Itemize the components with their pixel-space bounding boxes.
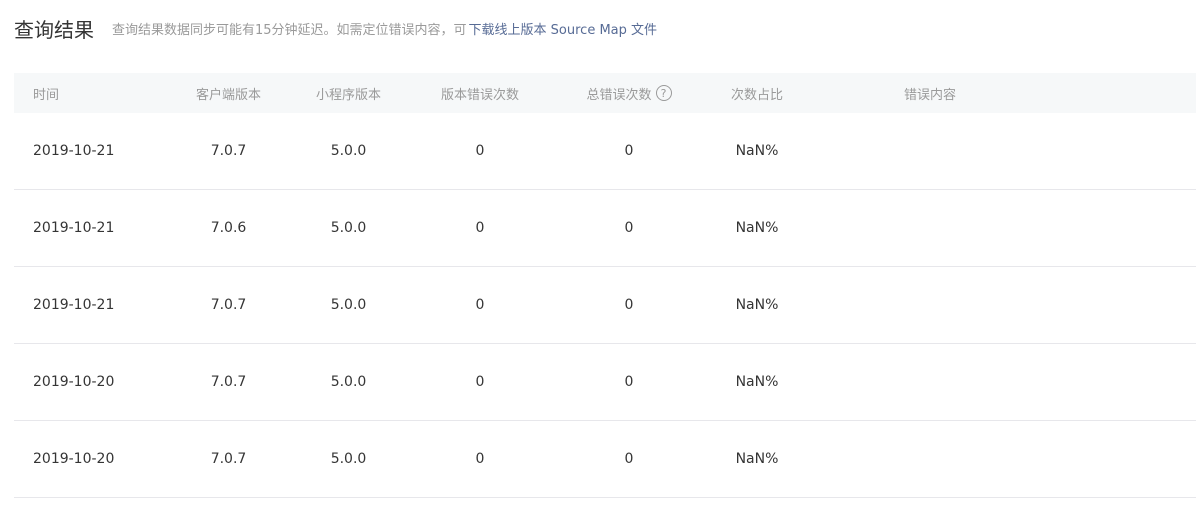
table-row: 2019-10-21 7.0.7 5.0.0 0 0 NaN%: [14, 267, 1196, 344]
question-circle-icon[interactable]: ?: [655, 85, 672, 101]
cell-total-errors: 0: [624, 374, 634, 390]
cell-total-errors: 0: [624, 451, 634, 467]
cell-date: 2019-10-21: [33, 297, 115, 313]
table-header: 时间 客户端版本 小程序版本 版本错误次数 总错误次数 ? 次数占比 错误内容: [14, 73, 1196, 113]
cell-ratio: NaN%: [735, 374, 779, 390]
cell-ratio: NaN%: [735, 297, 779, 313]
cell-mini-program-version: 5.0.0: [330, 451, 367, 467]
cell-client-version: 7.0.7: [210, 297, 247, 313]
column-header-total-errors: 总错误次数 ?: [558, 84, 700, 103]
results-header: 查询结果 查询结果数据同步可能有15分钟延迟。如需定位错误内容，可 下载线上版本 …: [14, 12, 657, 44]
table-row: 2019-10-20 7.0.7 5.0.0 0 0 NaN%: [14, 344, 1196, 421]
cell-mini-program-version: 5.0.0: [330, 374, 367, 390]
column-header-date: 时间: [33, 87, 60, 103]
cell-total-errors: 0: [624, 297, 634, 313]
cell-mini-program-version: 5.0.0: [330, 297, 367, 313]
cell-ratio: NaN%: [735, 451, 779, 467]
error-results-table: 时间 客户端版本 小程序版本 版本错误次数 总错误次数 ? 次数占比 错误内容 …: [14, 73, 1196, 498]
cell-mini-program-version: 5.0.0: [330, 143, 367, 159]
cell-date: 2019-10-21: [33, 220, 115, 236]
cell-date: 2019-10-20: [33, 374, 115, 390]
table-row: 2019-10-21 7.0.6 5.0.0 0 0 NaN%: [14, 190, 1196, 267]
cell-date: 2019-10-20: [33, 451, 115, 467]
column-header-mini-program-version: 小程序版本: [315, 87, 381, 103]
column-header-ratio: 次数占比: [730, 87, 783, 103]
cell-ratio: NaN%: [735, 143, 779, 159]
cell-ratio: NaN%: [735, 220, 779, 236]
cell-client-version: 7.0.6: [210, 220, 247, 236]
cell-version-errors: 0: [475, 297, 485, 313]
cell-date: 2019-10-21: [33, 143, 115, 159]
column-header-error-content: 错误内容: [903, 87, 956, 103]
column-header-total-errors-label: 总错误次数: [586, 87, 652, 103]
table-row: 2019-10-20 7.0.7 5.0.0 0 0 NaN%: [14, 421, 1196, 498]
sync-delay-notice: 查询结果数据同步可能有15分钟延迟。如需定位错误内容，可 下载线上版本 Sourc…: [112, 19, 657, 38]
cell-version-errors: 0: [475, 220, 485, 236]
page-title: 查询结果: [14, 17, 94, 42]
column-header-version-errors: 版本错误次数: [440, 87, 519, 103]
column-header-client-version: 客户端版本: [195, 87, 261, 103]
table-body: 2019-10-21 7.0.7 5.0.0 0 0 NaN% 2019-10-21 7.0.…: [14, 113, 1196, 498]
cell-mini-program-version: 5.0.0: [330, 220, 367, 236]
notice-text: 查询结果数据同步可能有15分钟延迟。如需定位错误内容，可: [112, 22, 467, 38]
cell-version-errors: 0: [475, 143, 485, 159]
table-row: 2019-10-21 7.0.7 5.0.0 0 0 NaN%: [14, 113, 1196, 190]
cell-client-version: 7.0.7: [210, 143, 247, 159]
cell-version-errors: 0: [475, 374, 485, 390]
cell-total-errors: 0: [624, 220, 634, 236]
cell-client-version: 7.0.7: [210, 451, 247, 467]
download-source-map-link[interactable]: 下载线上版本 Source Map 文件: [469, 23, 657, 38]
cell-version-errors: 0: [475, 451, 485, 467]
cell-total-errors: 0: [624, 143, 634, 159]
cell-client-version: 7.0.7: [210, 374, 247, 390]
